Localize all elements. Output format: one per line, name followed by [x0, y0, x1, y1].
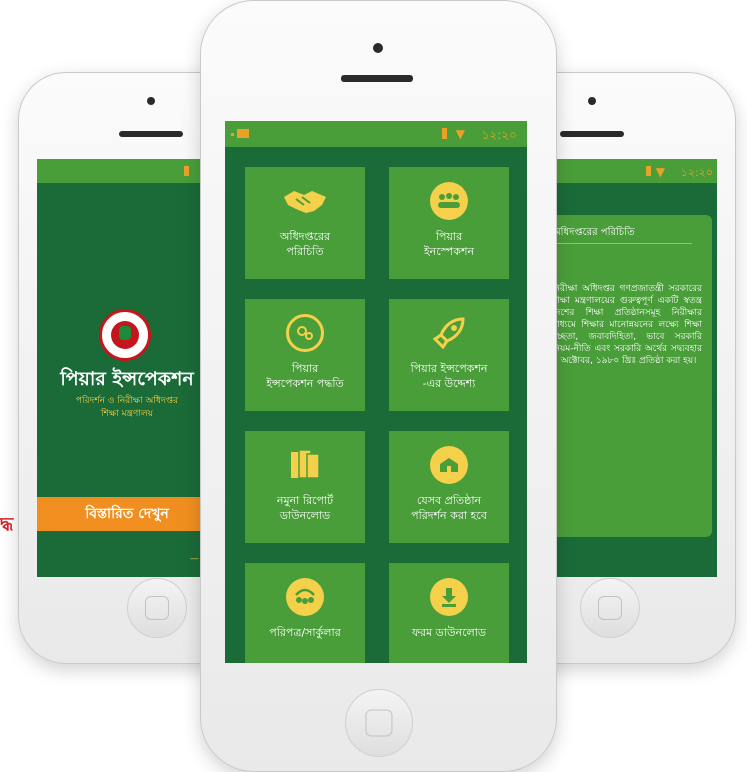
group-icon [426, 181, 472, 221]
notification-icon [237, 129, 249, 138]
location-pin-icon: ▼ [655, 165, 665, 179]
front-camera [147, 97, 155, 105]
left-phone-mockup: ▼ পিয়ার ইন্সপেকশন পরিদর্শন ও নিরীক্ষা অ… [18, 72, 229, 664]
speaker-grille [560, 131, 624, 137]
tile-label: নমুনা রিপোর্ট ডাউনলোড [276, 494, 334, 522]
status-bar: ▼ [37, 159, 217, 183]
home-button [345, 689, 413, 757]
tile-institutions-to-inspect[interactable]: যেসব প্রতিষ্ঠান পরিদর্শন করা হবে [389, 431, 509, 543]
battery-icon [184, 166, 189, 176]
home-button [580, 578, 640, 638]
front-camera [588, 97, 596, 105]
center-phone-mockup: ▼ ১২:২০ অধিদপ্তরের পরিচিতি পিয়ার ইনস্পে… [200, 0, 557, 772]
tile-label: পিয়ার ইন্সপেকশন -এর উদ্দেশ্য [410, 362, 488, 390]
divider [552, 243, 692, 244]
home-button [127, 578, 187, 638]
tile-label: পিয়ার ইনস্পেকশন [423, 230, 475, 258]
app-subtitle: পরিদর্শন ও নিরীক্ষা অধিদপ্তর শিক্ষা মন্ত… [75, 396, 179, 419]
rocket-icon [426, 313, 472, 353]
status-time: ১২:২০ [680, 166, 713, 179]
about-body-text: নিরীক্ষা অধিদপ্তর গণপ্রজাতন্ত্রী সরকারের… [552, 284, 702, 366]
tile-label: পিয়ার ইন্সপেকশন পদ্ধতি [266, 362, 344, 390]
tile-inspection-method[interactable]: পিয়ার ইন্সপেকশন পদ্ধতি [245, 299, 365, 411]
status-time: ১২:২০ [481, 128, 517, 142]
tile-sample-report-download[interactable]: নমুনা রিপোর্ট ডাউনলোড [245, 431, 365, 543]
people-share-icon [282, 577, 328, 617]
tile-inspection-purpose[interactable]: পিয়ার ইন্সপেকশন -এর উদ্দেশ্য [389, 299, 509, 411]
tile-label: ফরম ডাউনলোড [411, 626, 487, 639]
speaker-grille [119, 131, 183, 137]
handshake-icon [282, 181, 328, 221]
tile-label: পরিপত্র/সার্কুলার [269, 626, 341, 639]
app-title: পিয়ার ইন্সপেকশন [60, 368, 194, 390]
main-menu-screen: ▼ ১২:২০ অধিদপ্তরের পরিচিতি পিয়ার ইনস্পে… [225, 121, 527, 663]
tile-label: যেসব প্রতিষ্ঠান পরিদর্শন করা হবে [411, 494, 487, 522]
building-icon [426, 445, 472, 485]
left-splash-screen: ▼ পিয়ার ইন্সপেকশন পরিদর্শন ও নিরীক্ষা অ… [37, 159, 217, 577]
files-icon [282, 445, 328, 485]
tile-form-download[interactable]: ফরম ডাউনলোড [389, 563, 509, 663]
tile-circulars[interactable]: পরিপত্র/সার্কুলার [245, 563, 365, 663]
government-seal-logo [99, 309, 151, 361]
about-title: অধিদপ্তরের পরিচিতি [552, 227, 635, 238]
location-pin-icon: ▼ [455, 127, 465, 141]
tile-peer-inspection[interactable]: পিয়ার ইনস্পেকশন [389, 167, 509, 279]
speaker-grille [341, 75, 413, 82]
battery-icon [646, 166, 651, 176]
background-text-fragment: দ্ধ [0, 514, 14, 535]
tile-about-department[interactable]: অধিদপ্তরের পরিচিতি [245, 167, 365, 279]
front-camera [373, 43, 383, 53]
battery-icon [442, 128, 447, 139]
details-button[interactable]: বিস্তারিত দেখুন [37, 497, 217, 531]
gears-icon [282, 313, 328, 353]
status-bar: ▼ ১২:২০ [225, 121, 527, 147]
tile-label: অধিদপ্তরের পরিচিতি [279, 230, 331, 258]
download-icon [426, 577, 472, 617]
